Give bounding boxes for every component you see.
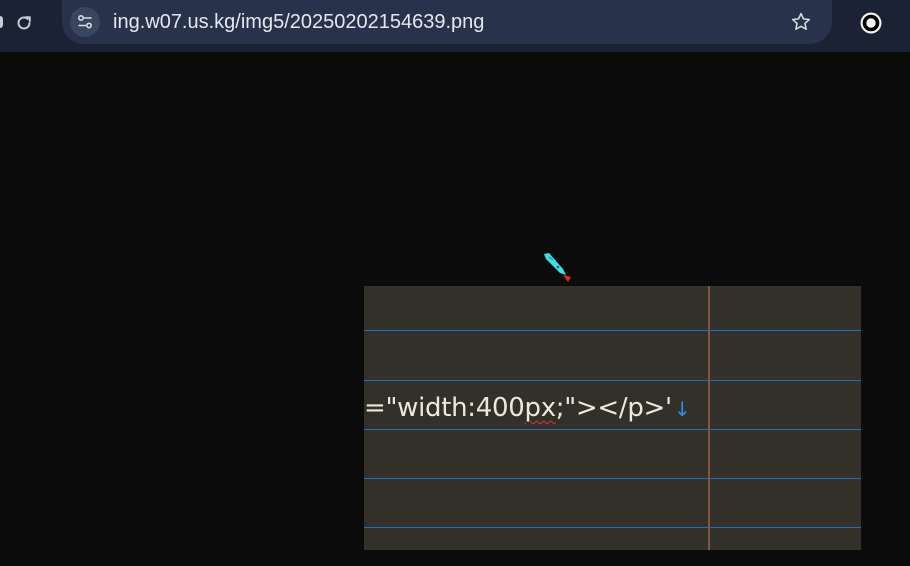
reload-button[interactable] xyxy=(12,11,36,35)
editor-guide-line xyxy=(364,478,861,479)
url-text[interactable]: ing.w07.us.kg/img5/20250202154639.png xyxy=(113,9,484,35)
extension-button[interactable] xyxy=(858,10,884,36)
editor-guide-line xyxy=(364,527,861,528)
browser-toolbar: ing.w07.us.kg/img5/20250202154639.png xyxy=(0,0,910,52)
bookmark-button[interactable] xyxy=(788,9,814,35)
editor-guide-line xyxy=(364,330,861,331)
code-line[interactable]: ="width:400px;"></p>' ↓ xyxy=(364,391,691,426)
tune-icon xyxy=(77,14,93,29)
editor-guide-line xyxy=(364,380,861,381)
back-button-edge[interactable] xyxy=(0,16,3,28)
code-text: ;"></p>' xyxy=(555,393,672,423)
star-icon xyxy=(791,12,811,31)
ring-icon xyxy=(860,12,882,34)
pen-cursor-icon xyxy=(544,253,571,282)
end-of-line-marker: ↓ xyxy=(673,397,691,421)
site-info-button[interactable] xyxy=(70,7,100,37)
code-editor-snippet: ="width:400px;"></p>' ↓ xyxy=(364,286,861,550)
address-bar[interactable]: ing.w07.us.kg/img5/20250202154639.png xyxy=(62,0,832,44)
editor-guide-line xyxy=(364,429,861,430)
code-text: ="width:400 xyxy=(364,393,525,423)
editor-margin-line xyxy=(708,286,710,550)
spell-error-text: px xyxy=(524,393,557,423)
reload-icon xyxy=(17,16,31,30)
